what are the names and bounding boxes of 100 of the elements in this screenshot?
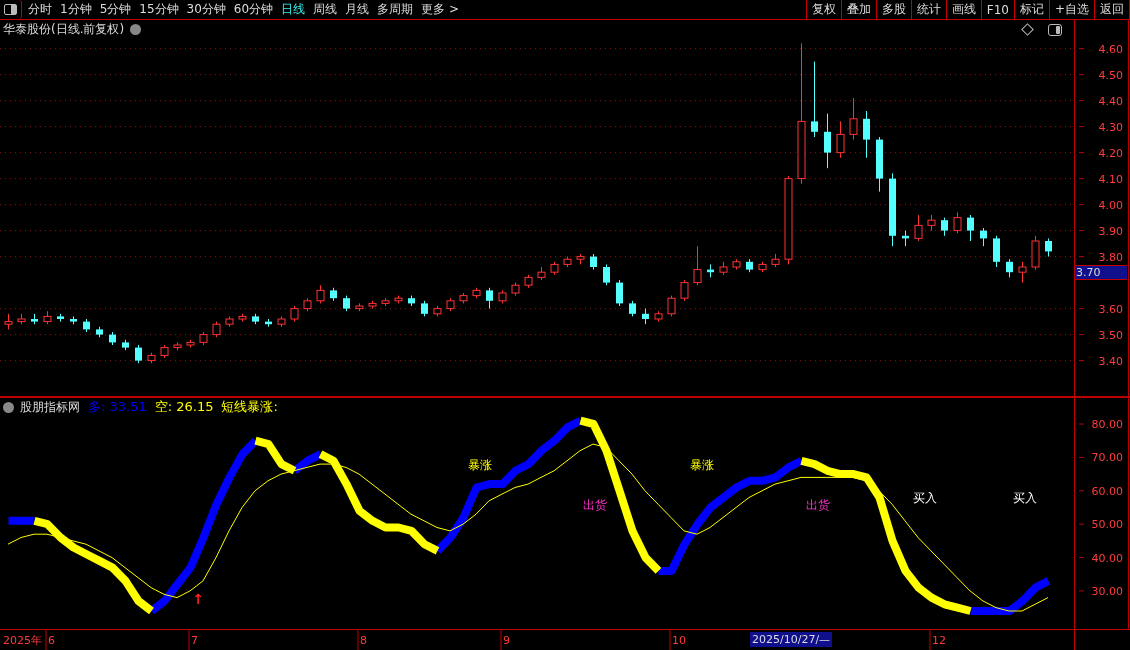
axis-label: 4.30 (1098, 120, 1123, 134)
axis-label: 3.50 (1098, 328, 1123, 342)
candle (212, 321, 221, 338)
axis-label: 4.10 (1098, 172, 1123, 186)
candle (421, 300, 428, 317)
candle (486, 287, 493, 310)
candle (941, 217, 948, 237)
axis-label: 40.00 (1091, 551, 1123, 565)
candle (824, 113, 831, 169)
candle (863, 110, 870, 159)
period-tab[interactable]: 15分钟 (139, 1, 179, 18)
period-tab[interactable]: 5分钟 (99, 1, 132, 18)
candle (993, 235, 1000, 268)
candle (771, 253, 780, 268)
axis-label: 60.00 (1091, 484, 1123, 498)
axis-label: 3.60 (1098, 302, 1123, 316)
candle (290, 305, 299, 323)
period-tab[interactable]: 1分钟 (60, 1, 92, 18)
signal-label: 暴涨 (690, 458, 714, 472)
candle (459, 292, 468, 304)
candle (17, 313, 26, 325)
candle (980, 227, 987, 247)
candle (160, 344, 169, 359)
candle (746, 258, 753, 273)
month-label: 12 (932, 634, 946, 647)
candle (914, 214, 923, 242)
period-tab[interactable]: 月线 (345, 1, 370, 18)
candle (616, 279, 623, 307)
period-tab[interactable]: 60分钟 (233, 1, 274, 18)
period-tab[interactable]: 分时 (28, 1, 52, 18)
axis-label: 50.00 (1091, 518, 1123, 532)
candle (252, 313, 259, 325)
period-tab[interactable]: 周线 (313, 1, 338, 18)
candle (511, 282, 520, 297)
candle (135, 344, 142, 364)
candle (953, 211, 962, 234)
axis-label: 4.50 (1098, 68, 1123, 82)
candle (590, 253, 597, 271)
month-label: 8 (360, 634, 367, 647)
candle (265, 318, 272, 328)
candle (57, 313, 64, 323)
axis-label: 4.20 (1098, 146, 1123, 160)
candle (707, 263, 714, 278)
candle (1045, 237, 1052, 258)
candle (225, 315, 234, 328)
candle (927, 214, 936, 232)
candle (330, 287, 337, 302)
period-tab[interactable]: 30分钟 (186, 1, 226, 18)
candle (693, 245, 702, 286)
candle (83, 318, 90, 333)
period-tab[interactable]: 更多 > (421, 1, 459, 18)
axis-label: 3.40 (1098, 354, 1123, 368)
candle (355, 302, 364, 312)
candle (433, 305, 442, 317)
month-label: 7 (191, 634, 198, 647)
axis-label: 3.80 (1098, 250, 1123, 264)
month-label: 6 (48, 634, 55, 647)
candle (186, 339, 195, 349)
chart-title: 华泰股份(日线.前复权) (3, 21, 125, 39)
legend-value: 空: 26.15 (154, 398, 214, 416)
candle (876, 136, 883, 193)
candle (849, 97, 858, 141)
dropdown-icon[interactable] (130, 24, 142, 36)
candle (680, 279, 689, 302)
candle (472, 287, 481, 299)
candle (343, 295, 350, 312)
candle (902, 230, 909, 247)
axis-label: 3.90 (1098, 224, 1123, 238)
candle (642, 308, 649, 325)
panel-toggle-icon[interactable] (1048, 23, 1062, 36)
candle (303, 297, 312, 312)
candle (70, 315, 77, 325)
candle (109, 331, 116, 346)
candle (368, 300, 377, 310)
signal-label: 买入 (913, 491, 937, 505)
candle (758, 261, 767, 273)
signal-label: 出货 (583, 498, 607, 512)
candle (537, 266, 546, 281)
cursor-date: 2025/10/27/— (750, 632, 833, 647)
candle (550, 261, 559, 276)
legend-value: 短线暴涨: (221, 398, 278, 416)
period-tab[interactable]: 多周期 (377, 1, 414, 18)
legend-value: 多: 33.51 (88, 398, 147, 416)
candle (732, 258, 741, 271)
candle (4, 313, 13, 330)
candle (654, 310, 663, 323)
year-label: 2025年 (3, 634, 42, 647)
candle (719, 261, 728, 276)
candle (238, 313, 247, 323)
candle (498, 289, 507, 304)
candle (629, 300, 636, 317)
period-tab[interactable]: 日线 (281, 1, 306, 18)
candle (173, 341, 182, 351)
axis-label: 80.00 (1091, 418, 1123, 432)
candle (394, 295, 403, 304)
candle (122, 339, 129, 351)
dropdown-icon[interactable] (3, 401, 14, 413)
signal-label: 买入 (1013, 491, 1037, 505)
candle (316, 284, 325, 304)
candle (96, 326, 103, 338)
